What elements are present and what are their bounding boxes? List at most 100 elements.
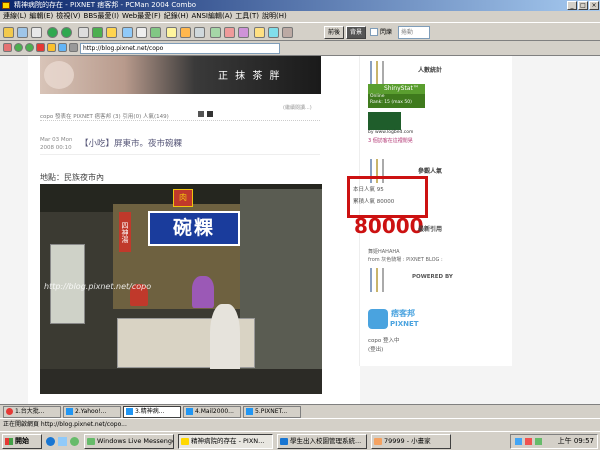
messenger-tray-icon[interactable] bbox=[535, 438, 542, 445]
sidebar: 人數統計 ShinyStat™ Online Rank: 15 (max 50)… bbox=[347, 56, 512, 366]
address-input[interactable]: http://blog.pixnet.net/copo bbox=[80, 43, 280, 54]
mail-icon[interactable] bbox=[224, 27, 235, 38]
notepad-icon[interactable] bbox=[254, 27, 265, 38]
tab-4[interactable]: 4.Mail2000... bbox=[183, 405, 241, 418]
antivirus-icon[interactable] bbox=[525, 438, 532, 445]
menu-tools[interactable]: 工具(T) bbox=[235, 11, 259, 22]
task-label: Windows Live Messenger bbox=[97, 437, 174, 445]
close-button[interactable]: × bbox=[589, 1, 599, 10]
shinystat-badge[interactable]: ShinyStat™ bbox=[368, 84, 425, 94]
menu-view[interactable]: 檢視(V) bbox=[56, 11, 80, 22]
pixnet-logo[interactable]: 痞客邦 PIXNET bbox=[368, 306, 428, 332]
document-icon[interactable] bbox=[78, 27, 89, 38]
logout-link[interactable]: (登出) bbox=[368, 345, 383, 353]
back-icon[interactable] bbox=[47, 27, 58, 38]
reload-icon[interactable] bbox=[58, 43, 67, 52]
tab-status-icon bbox=[6, 408, 13, 415]
menu-web-favorites[interactable]: Web最愛(F) bbox=[122, 11, 161, 22]
translate-icon[interactable] bbox=[268, 27, 279, 38]
photo-floor bbox=[40, 369, 322, 394]
menu-connection[interactable]: 連線(L) bbox=[3, 11, 26, 22]
blog-banner: 正 抹 茶 胖 bbox=[40, 56, 321, 94]
blink-checkbox[interactable] bbox=[370, 28, 378, 36]
pop-title: 參觀人氣 bbox=[418, 168, 443, 175]
logbed-visitors-link[interactable]: 3 個訪客在這裡閒晃 bbox=[368, 137, 413, 144]
login-user: copo 登入中 bbox=[368, 338, 400, 344]
banner-title: 正 抹 茶 胖 bbox=[218, 71, 282, 82]
menu-edit[interactable]: 編輯(E) bbox=[29, 11, 53, 22]
menu-ansi-edit[interactable]: ANSI編輯(A) bbox=[191, 11, 232, 22]
task-label: 精神病院的存在 - PIXN... bbox=[191, 437, 265, 445]
stats-stripes bbox=[370, 61, 400, 85]
settings-icon[interactable] bbox=[194, 27, 205, 38]
maximize-button[interactable]: □ bbox=[578, 1, 588, 10]
lock-icon[interactable] bbox=[180, 27, 191, 38]
system-tray: 上午 09:57 bbox=[510, 434, 598, 449]
nav-forward-icon[interactable] bbox=[25, 43, 34, 52]
emoticon-icon[interactable] bbox=[166, 27, 177, 38]
task-campus-system[interactable]: 學生出入校園管理系統... bbox=[277, 434, 367, 449]
app-icon bbox=[2, 2, 10, 9]
tab-label: 3.精神病... bbox=[135, 407, 165, 415]
menu-history[interactable]: 紀錄(H) bbox=[164, 11, 189, 22]
tab-5[interactable]: 5.PIXNET... bbox=[243, 405, 301, 418]
title-divider bbox=[40, 154, 320, 155]
shinystat-panel[interactable]: Online Rank: 15 (max 50) bbox=[368, 94, 425, 108]
reconnect-icon[interactable] bbox=[17, 27, 28, 38]
clock[interactable]: 上午 09:57 bbox=[558, 437, 594, 445]
tracks-title: 最新引用 bbox=[418, 226, 443, 233]
ansi-icon[interactable] bbox=[150, 27, 161, 38]
location-text: 地點：民族夜市內 bbox=[40, 173, 104, 182]
address-book-icon[interactable] bbox=[238, 27, 249, 38]
find-icon[interactable] bbox=[136, 27, 147, 38]
task-paint[interactable]: 79999 - 小畫家 bbox=[371, 434, 451, 449]
edit-icon[interactable] bbox=[198, 111, 204, 117]
paste-icon[interactable] bbox=[122, 27, 133, 38]
quicklaunch-desktop-icon[interactable] bbox=[58, 437, 67, 446]
track-source[interactable]: from 灰色騎場 : PIXNET BLOG : bbox=[368, 256, 443, 263]
minimize-button[interactable]: _ bbox=[567, 1, 577, 10]
read-more-link[interactable]: (繼續閱讀...) bbox=[283, 104, 312, 111]
stop-icon[interactable] bbox=[36, 43, 45, 52]
favorites-icon[interactable] bbox=[106, 27, 117, 38]
menu-help[interactable]: 說明(H) bbox=[262, 11, 287, 22]
track-item[interactable]: 舞姬HAHAHA bbox=[368, 248, 400, 255]
tab-label: 5.PIXNET... bbox=[255, 407, 288, 415]
delete-icon[interactable] bbox=[207, 111, 213, 117]
task-messenger[interactable]: Windows Live Messenger bbox=[84, 434, 174, 449]
address-row: http://blog.pixnet.net/copo bbox=[0, 41, 600, 56]
chat-icon[interactable] bbox=[210, 27, 221, 38]
forward-icon[interactable] bbox=[61, 27, 72, 38]
stats-title: 人數統計 bbox=[418, 67, 443, 74]
task-pcman[interactable]: 精神病院的存在 - PIXN... bbox=[178, 434, 273, 449]
post-divider bbox=[40, 120, 320, 121]
tab-3[interactable]: 3.精神病... bbox=[123, 405, 181, 418]
tab-label: 2.Yahoo!... bbox=[75, 407, 107, 415]
nav-back-icon[interactable] bbox=[14, 43, 23, 52]
quicklaunch-ie-icon[interactable] bbox=[46, 437, 55, 446]
annotation-number: 80000 bbox=[354, 214, 424, 238]
menu-bbs-favorites[interactable]: BBS最愛(I) bbox=[84, 11, 119, 22]
toggle-before-button[interactable]: 前後 bbox=[324, 26, 345, 39]
new-connection-icon[interactable] bbox=[3, 27, 14, 38]
windows-logo-icon bbox=[5, 438, 13, 445]
quicklaunch-messenger-icon[interactable] bbox=[70, 437, 79, 446]
window-title: 精神病院的存在 - PIXNET 痞客邦 - PCMan 2004 Combo bbox=[14, 1, 197, 9]
taskbar: 開始 Windows Live Messenger 精神病院的存在 - PIXN… bbox=[0, 431, 600, 450]
bookmark-icon[interactable] bbox=[47, 43, 56, 52]
tab-label: 4.Mail2000... bbox=[195, 407, 234, 415]
blink-label: 閃爍 bbox=[380, 29, 393, 36]
keyboard-icon[interactable] bbox=[282, 27, 293, 38]
network-icon[interactable] bbox=[515, 438, 522, 445]
toggle-background-button[interactable]: 背景 bbox=[346, 26, 367, 39]
logbed-counter[interactable] bbox=[368, 112, 401, 130]
start-button[interactable]: 開始 bbox=[2, 434, 42, 449]
refresh-icon[interactable] bbox=[92, 27, 103, 38]
home-icon[interactable] bbox=[3, 43, 12, 52]
post-title[interactable]: 【小吃】屏東市。夜市碗粿 bbox=[80, 137, 182, 149]
tab-2[interactable]: 2.Yahoo!... bbox=[63, 405, 121, 418]
copy-icon[interactable] bbox=[31, 27, 42, 38]
tab-1[interactable]: 1.台大批... bbox=[3, 405, 61, 418]
scroll-dropdown[interactable]: 捲動 bbox=[398, 26, 430, 39]
tab-page-icon bbox=[126, 408, 133, 415]
